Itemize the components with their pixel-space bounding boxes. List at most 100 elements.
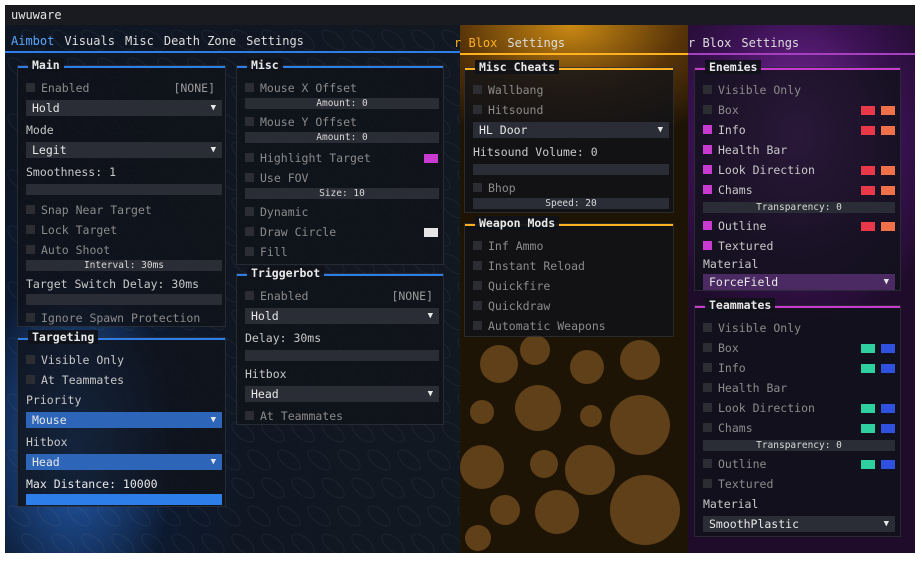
teammates-info-color-2[interactable] xyxy=(881,364,895,373)
teammates-material-dropdown[interactable]: SmoothPlastic ▼ xyxy=(703,516,895,532)
teammates-transparency-slider[interactable]: Transparency: 0 xyxy=(703,440,895,451)
teammates-outline-color-2[interactable] xyxy=(881,460,895,469)
teammates-visible-only-toggle[interactable]: Visible Only xyxy=(703,320,801,336)
triggerbot-enabled-toggle[interactable]: Enabled [NONE] xyxy=(245,288,439,304)
triggerbot-delay-slider[interactable] xyxy=(245,350,439,361)
teammates-look-color-1[interactable] xyxy=(861,404,875,413)
highlight-target-toggle[interactable]: Highlight Target xyxy=(245,150,439,166)
leaf-pattern-icon xyxy=(333,445,365,475)
triggerbot-hitbox-dropdown[interactable]: Head ▼ xyxy=(245,386,439,402)
bhop-speed-slider[interactable]: Speed: 20 xyxy=(473,198,669,209)
at-teammates-toggle[interactable]: At Teammates xyxy=(26,372,124,388)
snap-near-target-toggle[interactable]: Snap Near Target xyxy=(26,202,152,218)
tab-aimbot[interactable]: Aimbot xyxy=(11,34,54,48)
auto-shoot-toggle[interactable]: Auto Shoot xyxy=(26,242,110,258)
fov-size-slider[interactable]: Size: 10 xyxy=(245,188,439,199)
wallbang-toggle[interactable]: Wallbang xyxy=(473,82,543,98)
quickfire-toggle[interactable]: Quickfire xyxy=(473,278,550,294)
amount-x-slider[interactable]: Amount: 0 xyxy=(245,98,439,109)
hitsound-toggle[interactable]: Hitsound xyxy=(473,102,543,118)
visuals-tab-bar: r Blox Settings xyxy=(688,33,809,53)
max-distance-slider[interactable] xyxy=(26,494,222,505)
automatic-weapons-toggle[interactable]: Automatic Weapons xyxy=(473,318,606,334)
enemies-box-color-1[interactable] xyxy=(861,106,875,115)
leaf-pattern-icon xyxy=(423,445,455,475)
teammates-outline-color-1[interactable] xyxy=(861,460,875,469)
teammates-box-color-1[interactable] xyxy=(861,344,875,353)
enabled-keybind[interactable]: [NONE] xyxy=(173,80,215,96)
mouse-x-offset-toggle[interactable]: Mouse X Offset xyxy=(245,80,357,96)
triggerbot-keybind[interactable]: [NONE] xyxy=(391,288,433,304)
enemies-box-toggle[interactable]: Box xyxy=(703,102,739,118)
hitsound-volume-slider[interactable] xyxy=(473,164,669,175)
enemies-look-direction-toggle[interactable]: Look Direction xyxy=(703,162,815,178)
instant-reload-toggle[interactable]: Instant Reload xyxy=(473,258,585,274)
triggerbot-activation-dropdown[interactable]: Hold ▼ xyxy=(245,308,439,324)
teammates-look-direction-toggle[interactable]: Look Direction xyxy=(703,400,815,416)
teammates-chams-color-1[interactable] xyxy=(861,424,875,433)
tab-death-zone[interactable]: Death Zone xyxy=(164,34,236,48)
enemies-box-color-2[interactable] xyxy=(881,106,895,115)
use-fov-toggle[interactable]: Use FOV xyxy=(245,170,308,186)
enemies-material-dropdown[interactable]: ForceField ▼ xyxy=(703,274,895,290)
hitsound-dropdown[interactable]: HL Door ▼ xyxy=(473,122,669,138)
tab-misc[interactable]: Misc xyxy=(125,34,154,48)
enemies-transparency-slider[interactable]: Transparency: 0 xyxy=(703,202,895,213)
enemies-outline-toggle[interactable]: Outline xyxy=(703,218,766,234)
enemies-outline-color-2[interactable] xyxy=(881,222,895,231)
priority-dropdown[interactable]: Mouse ▼ xyxy=(26,412,222,428)
teammates-textured-toggle[interactable]: Textured xyxy=(703,476,773,492)
enemies-look-color-1[interactable] xyxy=(861,166,875,175)
teammates-info-toggle[interactable]: Info xyxy=(703,360,746,376)
switch-delay-slider[interactable] xyxy=(26,294,222,305)
enemies-visible-only-toggle[interactable]: Visible Only xyxy=(703,82,801,98)
interval-slider[interactable]: Interval: 30ms xyxy=(26,260,222,271)
tab-visuals[interactable]: Visuals xyxy=(64,34,115,48)
fill-toggle[interactable]: Fill xyxy=(245,244,288,260)
tab-blox[interactable]: r Blox xyxy=(454,36,497,50)
tab-blox-settings[interactable]: Settings xyxy=(507,36,565,50)
enemies-info-toggle[interactable]: Info xyxy=(703,122,746,138)
enemies-look-color-2[interactable] xyxy=(881,166,895,175)
amount-y-slider[interactable]: Amount: 0 xyxy=(245,132,439,143)
hitbox-dropdown[interactable]: Head ▼ xyxy=(26,454,222,470)
main-activation-dropdown[interactable]: Hold ▼ xyxy=(26,100,222,116)
tab-settings[interactable]: Settings xyxy=(246,34,304,48)
teammates-outline-toggle[interactable]: Outline xyxy=(703,456,766,472)
mode-dropdown[interactable]: Legit ▼ xyxy=(26,142,222,158)
enemies-chams-toggle[interactable]: Chams xyxy=(703,182,753,198)
visible-only-toggle[interactable]: Visible Only xyxy=(26,352,124,368)
teammates-info-color-1[interactable] xyxy=(861,364,875,373)
smoothness-slider[interactable] xyxy=(26,184,222,195)
triggerbot-at-teammates-toggle[interactable]: At Teammates xyxy=(245,408,343,424)
ignore-spawn-toggle[interactable]: Ignore Spawn Protection xyxy=(26,310,200,326)
teammates-chams-color-2[interactable] xyxy=(881,424,895,433)
quickdraw-toggle[interactable]: Quickdraw xyxy=(473,298,550,314)
triggerbot-delay-label: Delay: 30ms xyxy=(245,331,322,345)
enemies-textured-toggle[interactable]: Textured xyxy=(703,238,773,254)
draw-circle-toggle[interactable]: Draw Circle xyxy=(245,224,336,240)
teammates-box-toggle[interactable]: Box xyxy=(703,340,739,356)
inf-ammo-toggle[interactable]: Inf Ammo xyxy=(473,238,543,254)
enemies-health-bar-toggle[interactable]: Health Bar xyxy=(703,142,787,158)
checkbox[interactable] xyxy=(26,83,35,92)
enemies-outline-color-1[interactable] xyxy=(861,222,875,231)
enemies-info-color-1[interactable] xyxy=(861,126,875,135)
main-enabled-toggle[interactable]: Enabled [NONE] xyxy=(26,80,221,96)
leaf-pattern-icon xyxy=(333,501,365,531)
teammates-chams-toggle[interactable]: Chams xyxy=(703,420,753,436)
highlight-color-swatch[interactable] xyxy=(424,154,438,163)
enemies-info-color-2[interactable] xyxy=(881,126,895,135)
tab-visuals-blox[interactable]: r Blox xyxy=(688,36,731,50)
dynamic-toggle[interactable]: Dynamic xyxy=(245,204,308,220)
circle-color-swatch[interactable] xyxy=(424,228,438,237)
teammates-health-bar-toggle[interactable]: Health Bar xyxy=(703,380,787,396)
mouse-y-offset-toggle[interactable]: Mouse Y Offset xyxy=(245,114,357,130)
tab-visuals-settings[interactable]: Settings xyxy=(741,36,799,50)
bhop-toggle[interactable]: Bhop xyxy=(473,180,516,196)
enemies-chams-color-2[interactable] xyxy=(881,186,895,195)
enemies-chams-color-1[interactable] xyxy=(861,186,875,195)
lock-target-toggle[interactable]: Lock Target xyxy=(26,222,117,238)
teammates-look-color-2[interactable] xyxy=(881,404,895,413)
teammates-box-color-2[interactable] xyxy=(881,344,895,353)
